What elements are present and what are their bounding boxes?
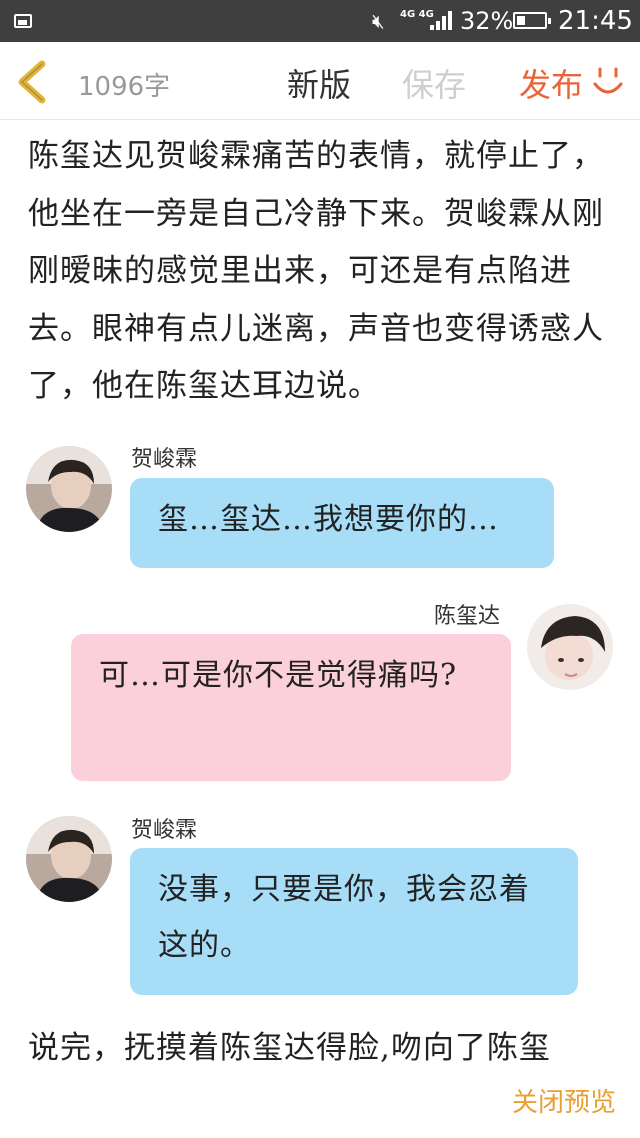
network-type: 4G 4G [400,9,434,20]
word-count: 1096字 [78,72,171,102]
close-preview-button[interactable]: 关闭预览 [512,1082,616,1119]
story-paragraph: 说完，抚摸着陈玺达得脸,吻向了陈玺 [28,1030,551,1066]
speaker-name: 贺峻霖 [131,818,198,843]
chat-bubble: 可…可是你不是觉得痛吗? [71,634,511,781]
status-bar: 🔇︎ 4G 4G 32% 21:45 [0,0,640,42]
story-paragraph: 陈玺达见贺峻霖痛苦的表情，就停止了，他坐在一旁是自己冷静下来。贺峻霖从刚刚暧昧的… [28,138,604,404]
avatar [527,604,613,690]
publish-button[interactable]: 发布 [519,60,583,106]
new-version-button[interactable]: 新版 [287,60,351,106]
battery-icon [513,12,551,29]
back-button[interactable] [14,60,50,104]
signal-icon [430,10,454,30]
mute-icon: 🔇︎ [372,9,385,33]
battery-percent: 32% [460,7,514,35]
chat-bubble: 玺…玺达…我想要你的… [130,478,554,568]
clock: 21:45 [558,6,633,36]
save-button[interactable]: 保存 [402,60,466,106]
image-icon [14,14,32,28]
speaker-name: 贺峻霖 [131,447,198,472]
smile-icon[interactable] [592,66,624,100]
avatar [26,446,112,532]
chat-bubble: 没事，只要是你，我会忍着这的。 [130,848,578,995]
avatar [26,816,112,902]
back-arrow-icon [18,60,46,104]
speaker-name: 陈玺达 [434,604,501,629]
editor-toolbar: 1096字 新版 保存 发布 [0,42,640,120]
